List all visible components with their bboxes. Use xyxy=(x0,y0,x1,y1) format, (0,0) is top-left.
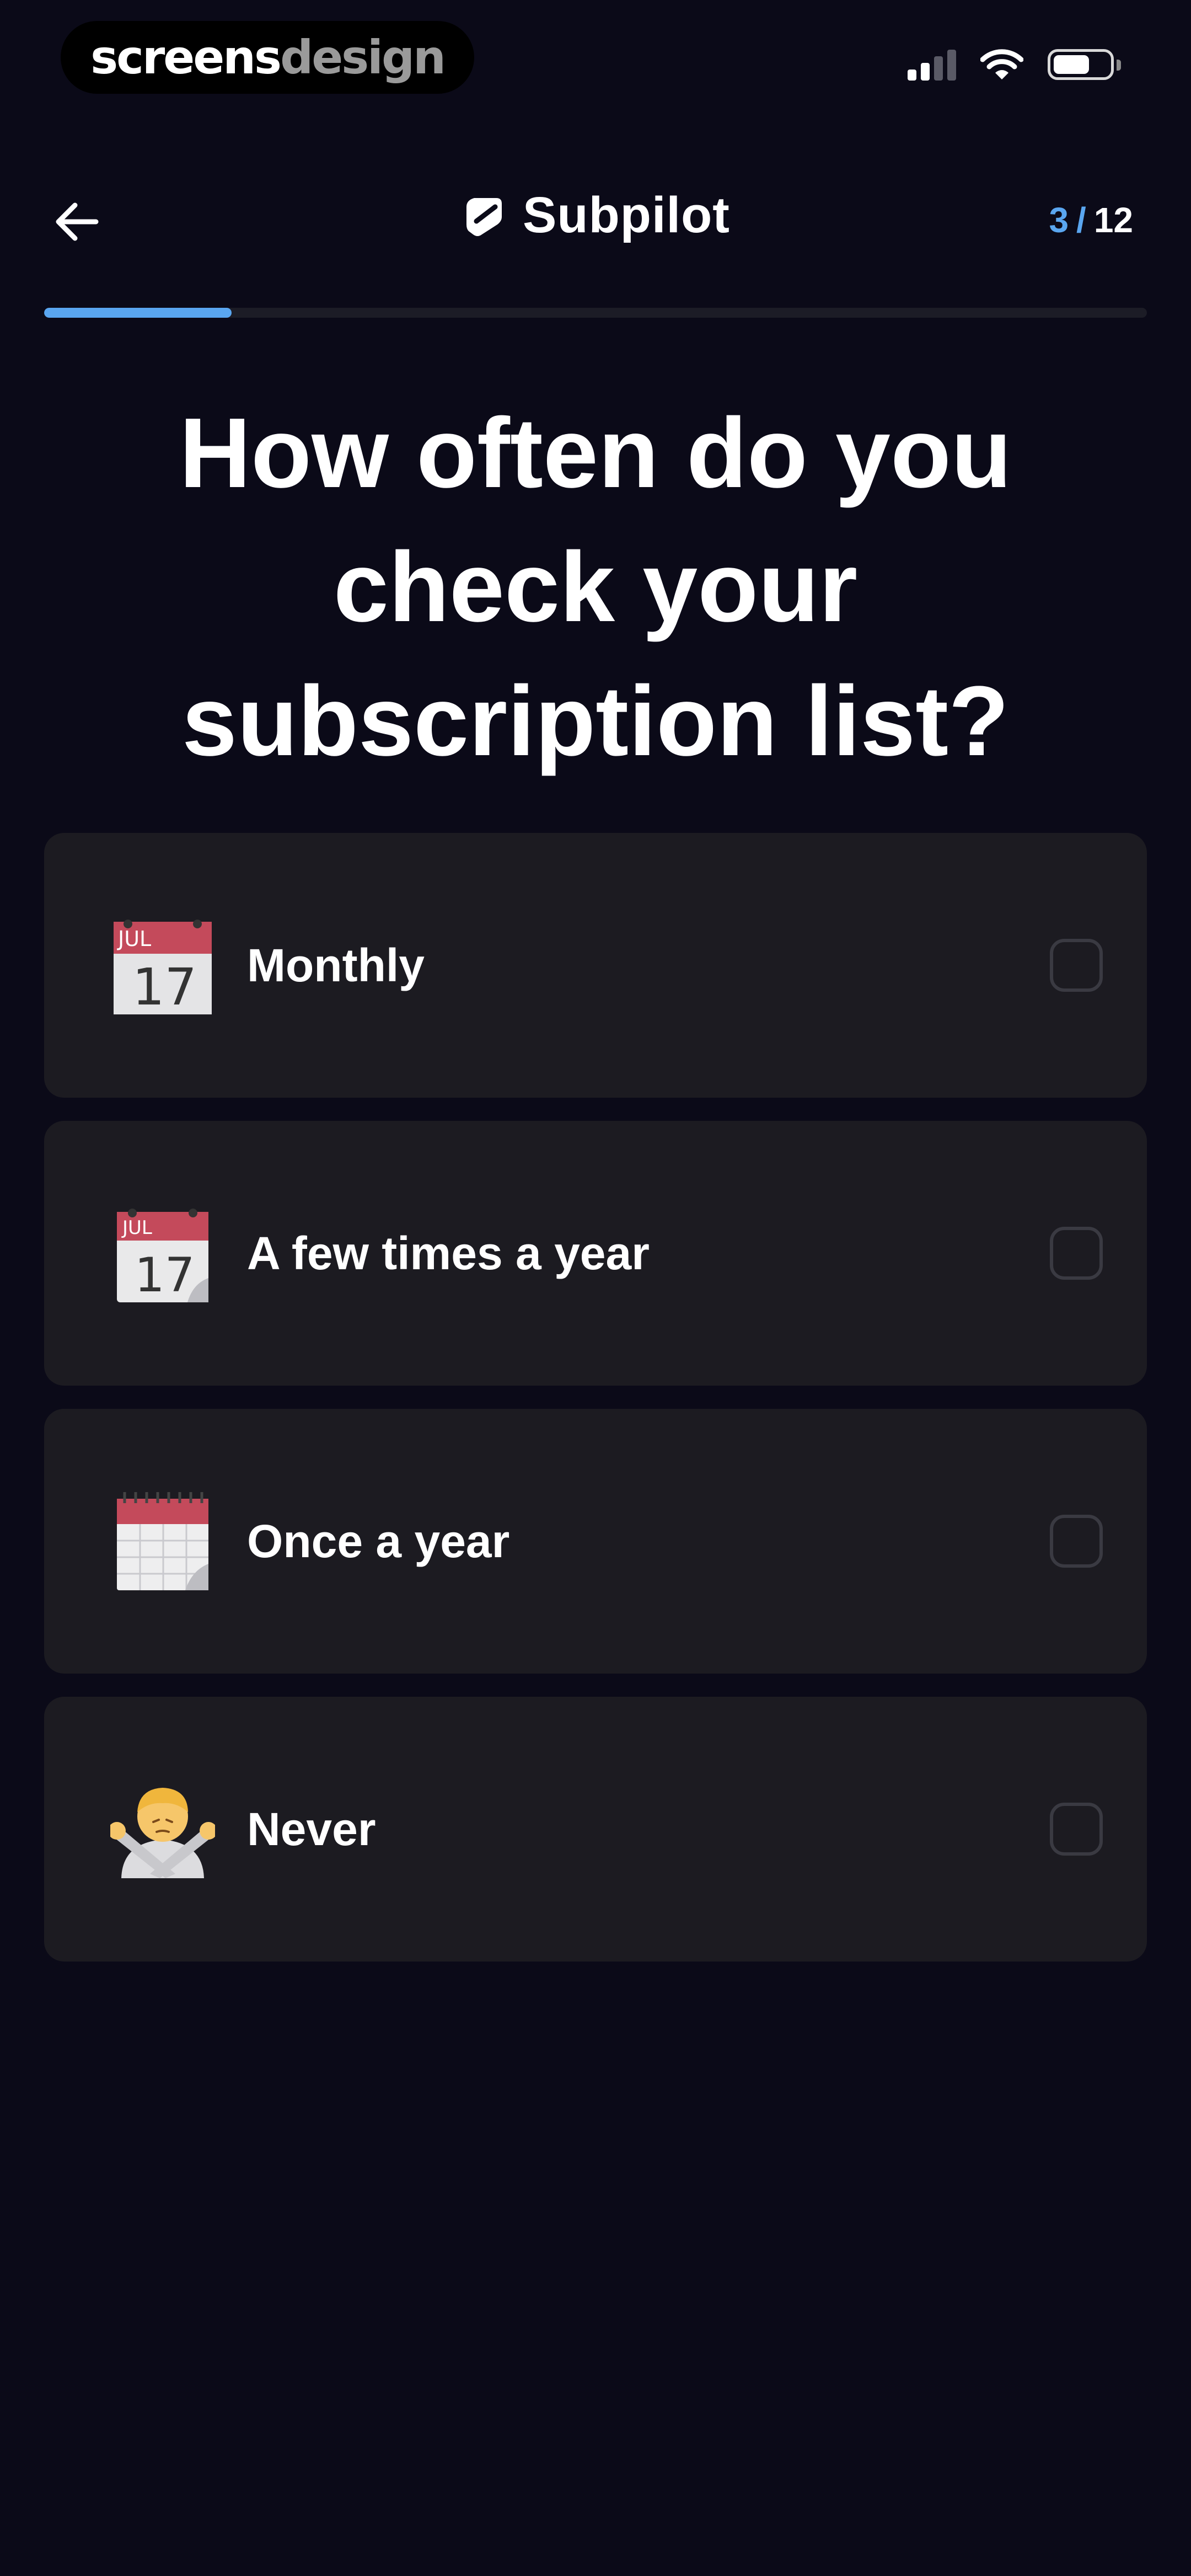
options-list: JUL 17 Monthly JUL 17 A few times a year xyxy=(44,833,1147,1985)
person-gesturing-no-icon xyxy=(110,1788,215,1878)
option-checkbox[interactable] xyxy=(1050,1803,1103,1856)
svg-text:JUL: JUL xyxy=(121,1217,152,1239)
step-separator: / xyxy=(1076,200,1086,240)
step-total: 12 xyxy=(1093,200,1133,240)
option-checkbox[interactable] xyxy=(1050,1515,1103,1568)
option-few-times-a-year[interactable]: JUL 17 A few times a year xyxy=(44,1121,1147,1386)
brand: Subpilot xyxy=(0,186,1191,244)
spiral-calendar-icon xyxy=(117,1492,208,1590)
step-counter: 3/12 xyxy=(1049,200,1133,241)
option-monthly[interactable]: JUL 17 Monthly xyxy=(44,833,1147,1098)
option-label: Never xyxy=(247,1803,376,1855)
step-current: 3 xyxy=(1049,200,1069,240)
calendar-icon: JUL 17 xyxy=(114,920,212,1017)
progress-fill xyxy=(44,308,232,318)
app-title: Subpilot xyxy=(523,187,730,243)
option-once-a-year[interactable]: Once a year xyxy=(44,1409,1147,1674)
status-bar: screens design xyxy=(0,0,1191,116)
subpilot-logo-icon xyxy=(466,197,502,236)
status-icons xyxy=(908,49,1121,81)
nav-header: Subpilot 3/12 xyxy=(0,165,1191,276)
svg-text:17: 17 xyxy=(135,1248,195,1303)
option-label: A few times a year xyxy=(247,1227,650,1279)
svg-text:17: 17 xyxy=(132,958,197,1017)
question-heading: How often do you check your subscription… xyxy=(179,398,1012,777)
option-checkbox[interactable] xyxy=(1050,1227,1103,1280)
watermark-primary: screens xyxy=(90,30,282,84)
wifi-icon xyxy=(980,49,1023,79)
screensdesign-watermark: screens design xyxy=(61,21,474,94)
option-label: Monthly xyxy=(247,939,425,991)
watermark-secondary: design xyxy=(280,30,446,84)
battery-icon xyxy=(1048,49,1121,80)
option-label: Once a year xyxy=(247,1515,510,1567)
svg-text:JUL: JUL xyxy=(117,927,151,951)
tear-off-calendar-icon: JUL 17 xyxy=(117,1209,208,1303)
option-checkbox[interactable] xyxy=(1050,939,1103,992)
progress-bar xyxy=(44,308,1147,318)
option-never[interactable]: Never xyxy=(44,1697,1147,1962)
cellular-signal-icon xyxy=(908,49,956,81)
